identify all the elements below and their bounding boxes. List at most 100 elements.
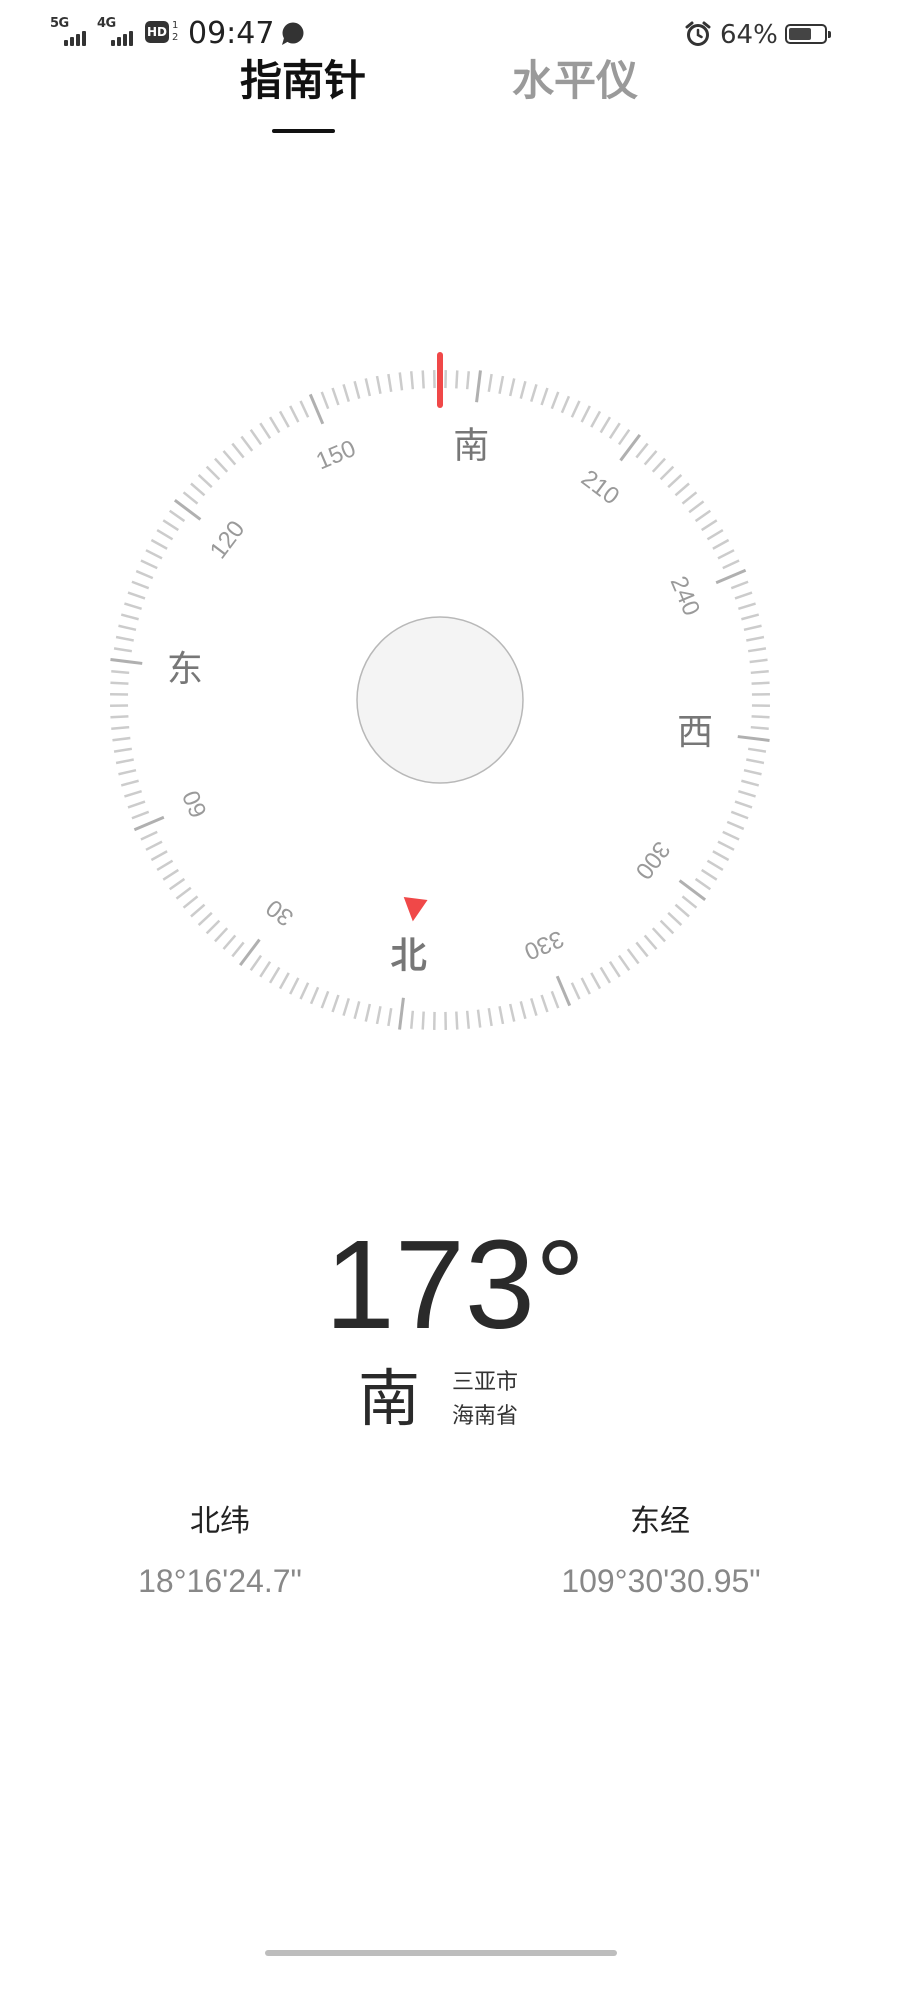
compass-tick xyxy=(299,982,310,1000)
compass-tick xyxy=(231,442,245,459)
compass-tick xyxy=(222,450,237,466)
compass-tick xyxy=(214,457,229,473)
compass-major-tick xyxy=(475,370,482,403)
compass-tick xyxy=(730,580,749,590)
compass-tick xyxy=(530,998,538,1016)
compass-tick xyxy=(722,559,740,570)
compass-tick xyxy=(268,966,281,984)
compass-tick xyxy=(387,1007,393,1027)
compass-tick xyxy=(570,400,581,418)
compass-tick xyxy=(387,373,393,393)
compass-tick xyxy=(162,519,180,532)
degree-label-210: 210 xyxy=(576,465,624,511)
compass-tick xyxy=(706,859,724,872)
compass-tick xyxy=(743,624,762,632)
compass-tick xyxy=(168,509,186,523)
compass-tick xyxy=(743,768,762,776)
compass-tick xyxy=(694,509,712,523)
compass-major-tick xyxy=(398,997,405,1030)
compass-tick xyxy=(289,977,300,995)
compass-tick xyxy=(150,538,168,550)
compass-tick xyxy=(135,569,154,580)
compass-tick xyxy=(222,934,237,950)
compass-tick xyxy=(124,602,142,610)
heading-direction: 南 xyxy=(358,1365,421,1434)
compass-tick xyxy=(508,1003,516,1022)
compass-tick xyxy=(112,736,131,742)
compass-tick xyxy=(249,954,263,972)
compass-tick xyxy=(751,715,770,719)
compass-tick xyxy=(651,457,666,473)
latitude-label: 北纬 xyxy=(190,1505,250,1538)
compass-tick xyxy=(409,1010,415,1029)
compass-tick xyxy=(353,1001,361,1020)
compass-tick xyxy=(750,725,769,731)
compass-tick xyxy=(717,840,735,851)
compass-tick xyxy=(113,747,133,753)
compass-tick xyxy=(651,927,666,943)
cardinal-label-0: 北 xyxy=(391,935,427,976)
compass-tick xyxy=(487,373,493,393)
compass-tick xyxy=(626,948,640,965)
compass-tick xyxy=(590,972,602,990)
latitude-value: 18°16'24.7" xyxy=(138,1563,302,1599)
compass-major-tick xyxy=(737,735,770,742)
compass-tick xyxy=(156,859,174,872)
compass-tick xyxy=(751,681,770,685)
compass-tick xyxy=(115,758,134,765)
compass-tick xyxy=(145,549,163,560)
degree-label-30: 30 xyxy=(261,894,299,932)
heading-degrees: 173° xyxy=(324,1214,586,1355)
compass-tick xyxy=(498,375,505,394)
compass-major-tick xyxy=(555,975,572,1007)
home-indicator[interactable] xyxy=(265,1950,617,1956)
cardinal-label-180: 南 xyxy=(453,424,489,465)
compass-tick xyxy=(120,613,139,621)
compass-tick xyxy=(519,380,527,399)
compass-tick xyxy=(214,927,229,943)
compass-major-tick xyxy=(308,393,325,425)
compass-tick xyxy=(747,647,767,653)
compass-tick xyxy=(570,982,581,1000)
compass-tick xyxy=(150,850,168,862)
compass-tick xyxy=(608,422,621,440)
compass-tick xyxy=(608,960,621,978)
north-marker-icon xyxy=(403,897,428,922)
compass-tick xyxy=(409,371,415,390)
compass-tick xyxy=(110,681,129,685)
compass-tick xyxy=(465,371,471,390)
compass-tick xyxy=(734,800,753,809)
compass-tick xyxy=(635,941,649,958)
degree-label-60: 60 xyxy=(178,786,213,821)
compass-tick xyxy=(455,1011,459,1030)
compass-tick xyxy=(175,886,192,900)
compass-tick xyxy=(131,810,150,820)
compass-tick xyxy=(240,435,254,452)
compass-tick xyxy=(681,491,698,505)
compass-major-tick xyxy=(110,658,143,665)
compass-tick xyxy=(750,669,769,675)
longitude-label: 东经 xyxy=(630,1505,690,1538)
compass-tick xyxy=(465,1010,471,1029)
compass-tick xyxy=(455,370,459,389)
compass-tick xyxy=(190,482,206,497)
compass-tick xyxy=(278,972,290,990)
compass-tick xyxy=(681,895,698,909)
compass-tick xyxy=(487,1007,493,1027)
compass-tick xyxy=(249,428,263,446)
compass-tick xyxy=(259,960,272,978)
compass-tick xyxy=(156,528,174,541)
compass-tick xyxy=(519,1001,527,1020)
compass-tick xyxy=(375,1006,382,1025)
compass-tick xyxy=(734,591,753,600)
compass-tick xyxy=(738,602,756,610)
degree-label-150: 150 xyxy=(312,435,359,476)
compass-tick xyxy=(617,954,631,972)
compass-tick xyxy=(722,830,740,841)
compass-tick xyxy=(205,919,221,935)
compass-tick xyxy=(476,1009,482,1028)
compass-tick xyxy=(599,966,612,984)
compass-north-marker-group xyxy=(403,897,428,922)
compass-tick xyxy=(746,635,765,642)
compass-tick xyxy=(540,994,549,1013)
